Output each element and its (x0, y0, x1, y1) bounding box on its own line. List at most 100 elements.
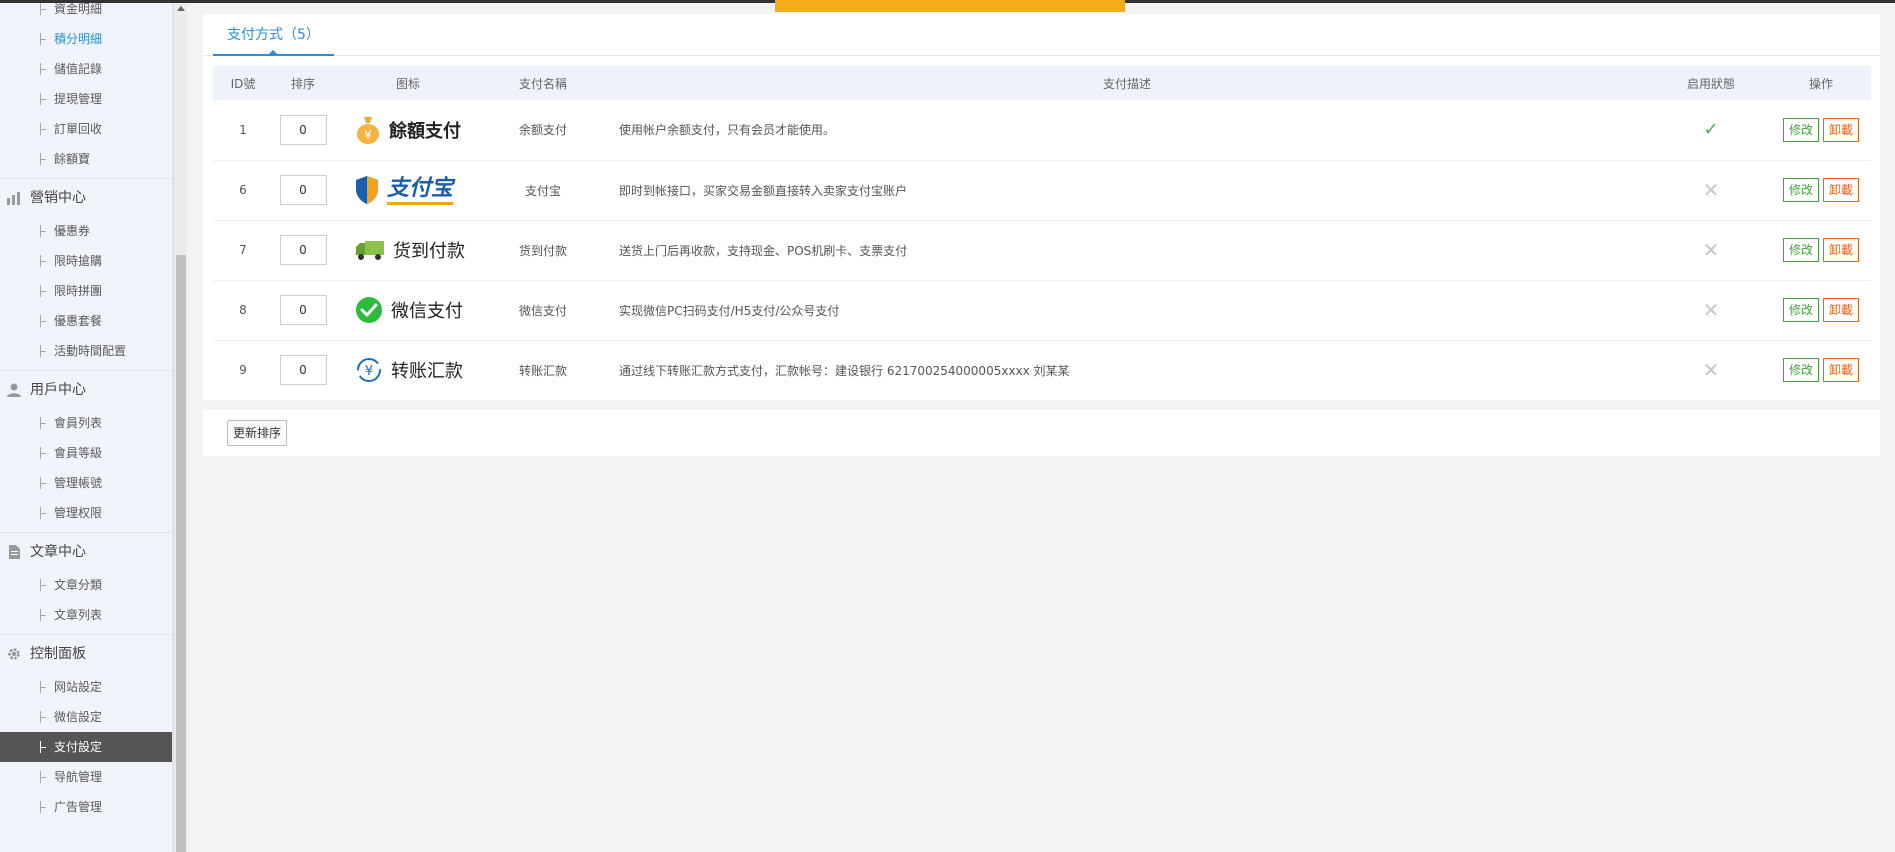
uninstall-button[interactable]: 卸載 (1823, 298, 1860, 322)
sidebar-item[interactable]: 管理权限 (0, 498, 172, 528)
row-sort-cell (273, 100, 333, 160)
sidebar-item[interactable]: 資金明細 (0, 0, 172, 24)
sidebar-item[interactable]: 優惠券 (0, 216, 172, 246)
sidebar-item[interactable]: 優惠套餐 (0, 306, 172, 336)
tree-branch-icon (40, 771, 46, 783)
sidebar-item[interactable]: 广告管理 (0, 792, 172, 822)
document-icon (9, 545, 20, 559)
disabled-cross-icon[interactable]: ✕ (1703, 238, 1720, 262)
tree-branch-icon (40, 507, 46, 519)
row-description: 即时到帐接口，买家交易金额直接转入卖家支付宝账户 (619, 183, 908, 198)
sidebar-item[interactable]: 限時拼團 (0, 276, 172, 306)
payment-logo-text: 货到付款 (393, 241, 465, 262)
sort-order-input[interactable] (279, 355, 327, 386)
edit-button[interactable]: 修改 (1782, 298, 1819, 322)
sidebar-item[interactable]: 导航管理 (0, 762, 172, 792)
row-description: 送货上门后再收款，支持现金、POS机刷卡、支票支付 (619, 243, 908, 258)
scroll-up-arrow-icon[interactable] (177, 6, 185, 11)
row-status-cell: ✕ (1651, 220, 1771, 280)
sidebar-item-label: 提現管理 (54, 92, 103, 106)
sidebar-item-label: 微信設定 (54, 710, 103, 724)
sidebar-group-marketing[interactable]: 營销中心 (0, 178, 172, 216)
sidebar-group-title: 控制面板 (30, 646, 86, 662)
disabled-cross-icon[interactable]: ✕ (1703, 358, 1720, 382)
sidebar-item-label: 會員等級 (54, 446, 103, 460)
row-logo-cell: 支付宝 (333, 160, 483, 220)
row-id: 8 (239, 303, 247, 317)
sort-order-input[interactable] (279, 235, 327, 265)
sidebar-item[interactable]: 提現管理 (0, 84, 172, 114)
wechat-icon (356, 297, 382, 323)
tab-bar: 支付方式（5） (203, 14, 1880, 56)
table-row: 9 ¥ 转账汇款 转账汇款 通过线下转账汇款方式支付，汇款帐号：建设银行 621… (213, 340, 1871, 400)
sidebar-scrollbar[interactable] (173, 0, 187, 852)
row-name: 微信支付 (518, 303, 567, 318)
payment-logo: 支付宝 (333, 172, 483, 208)
update-sort-button[interactable]: 更新排序 (227, 420, 288, 446)
sidebar-item-label: 限時拼團 (54, 284, 103, 298)
money-bag-icon: ¥ (357, 116, 379, 144)
sidebar-item-label: 餘額寶 (54, 152, 91, 166)
sidebar-item-payment-settings[interactable]: 支付設定 (0, 732, 172, 762)
row-sort-cell (273, 160, 333, 220)
row-status-cell: ✕ (1651, 280, 1771, 340)
scrollbar-thumb[interactable] (176, 255, 186, 852)
gear-icon (8, 648, 20, 660)
tab-payment-methods[interactable]: 支付方式（5） (213, 14, 334, 56)
sidebar-item[interactable]: 儲值記錄 (0, 54, 172, 84)
sidebar-item[interactable]: 餘額寶 (0, 144, 172, 174)
sidebar-group-control-panel[interactable]: 控制面板 (0, 634, 172, 672)
row-id: 1 (239, 122, 247, 137)
sidebar-item[interactable]: 活動時間配置 (0, 336, 172, 366)
sort-order-input[interactable] (279, 295, 327, 325)
uninstall-button[interactable]: 卸載 (1823, 117, 1860, 142)
table-row: 7 货到付款 货到付款 送货上门后再收款，支持现金、POS机刷卡、支票支付 ✕ … (213, 220, 1871, 280)
row-id: 6 (239, 183, 247, 197)
sidebar-item[interactable]: 積分明細 (0, 24, 172, 54)
edit-button[interactable]: 修改 (1782, 117, 1819, 142)
tree-branch-icon (40, 681, 46, 693)
payment-logo-text: 餘額支付 (389, 120, 461, 142)
sidebar-item-label: 積分明細 (54, 32, 103, 46)
sidebar-top-group: 資金明細 積分明細 儲值記錄 提現管理 訂單回收 餘額寶 (0, 0, 172, 174)
uninstall-button[interactable]: 卸載 (1823, 238, 1860, 262)
sidebar-item[interactable]: 限時搶購 (0, 246, 172, 276)
transfer-yuan-icon: ¥ (357, 358, 381, 383)
disabled-cross-icon[interactable]: ✕ (1703, 298, 1720, 322)
row-status-cell: ✕ (1651, 340, 1771, 400)
sort-order-input[interactable] (279, 114, 327, 145)
sidebar-item-label: 限時搶購 (54, 254, 103, 268)
chart-icon (7, 192, 20, 205)
sidebar-item[interactable]: 文章分類 (0, 570, 172, 600)
sidebar-item[interactable]: 訂單回收 (0, 114, 172, 144)
row-sort-cell (273, 220, 333, 280)
table-header-row: ID號 排序 图标 支付名稱 支付描述 启用狀態 操作 (213, 66, 1871, 100)
disabled-cross-icon[interactable]: ✕ (1703, 178, 1720, 202)
enabled-check-icon[interactable]: ✓ (1703, 119, 1718, 140)
sidebar-item[interactable]: 微信設定 (0, 702, 172, 732)
sidebar-item[interactable]: 文章列表 (0, 600, 172, 630)
sidebar-item[interactable]: 网站設定 (0, 672, 172, 702)
sidebar-item-label: 資金明細 (54, 2, 103, 16)
sidebar-group-title: 用戶中心 (30, 382, 86, 398)
edit-button[interactable]: 修改 (1782, 358, 1819, 383)
sidebar-group-articles[interactable]: 文章中心 (0, 532, 172, 570)
edit-button[interactable]: 修改 (1782, 238, 1819, 262)
uninstall-button[interactable]: 卸載 (1823, 358, 1860, 383)
sidebar-item-label: 支付設定 (54, 740, 103, 754)
sidebar-item[interactable]: 會員等級 (0, 438, 172, 468)
sidebar-item-label: 活動時間配置 (54, 344, 127, 358)
sidebar-item-label: 優惠券 (54, 224, 91, 238)
sidebar: 資金明細 積分明細 儲值記錄 提現管理 訂單回收 餘額寶 營销中心 優惠券 限時… (0, 0, 173, 852)
payment-methods-table: ID號 排序 图标 支付名稱 支付描述 启用狀態 操作 1 ¥ (213, 66, 1871, 400)
sidebar-item[interactable]: 會員列表 (0, 408, 172, 438)
sidebar-group-users[interactable]: 用戶中心 (0, 370, 172, 408)
sidebar-item-label: 管理帳號 (54, 476, 103, 490)
sidebar-item[interactable]: 管理帳號 (0, 468, 172, 498)
edit-button[interactable]: 修改 (1782, 178, 1819, 202)
sidebar-group-title: 營销中心 (30, 190, 86, 206)
tree-branch-icon (40, 255, 46, 267)
alipay-shield-icon (356, 176, 378, 204)
sort-order-input[interactable] (279, 175, 327, 205)
uninstall-button[interactable]: 卸載 (1823, 178, 1860, 202)
